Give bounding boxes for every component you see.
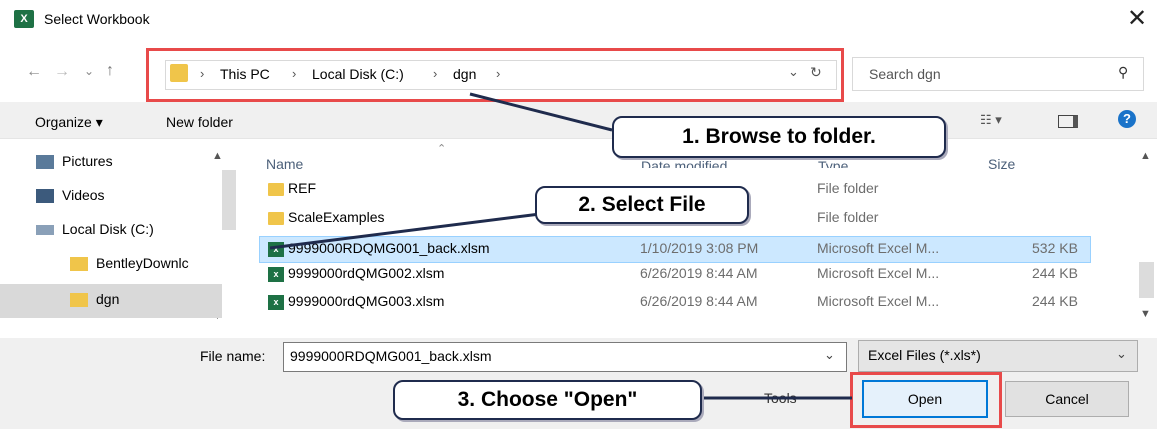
list-scrollbar-thumb[interactable]	[1139, 262, 1154, 298]
sidebar-item-dgn[interactable]: dgn	[0, 284, 222, 318]
window-title: Select Workbook	[44, 11, 150, 27]
drive-icon	[36, 225, 54, 235]
help-icon[interactable]: ?	[1118, 110, 1136, 128]
sidebar-item-local-disk[interactable]: Local Disk (C:)	[0, 214, 225, 248]
file-name-value: 9999000RDQMG001_back.xlsm	[290, 348, 492, 364]
sidebar-item-label: Pictures	[62, 153, 113, 169]
folder-icon	[268, 183, 284, 196]
file-name: 9999000rdQMG003.xlsm	[288, 293, 445, 309]
file-type: File folder	[817, 209, 879, 225]
excel-app-icon: X	[14, 10, 34, 28]
file-name: ScaleExamples	[288, 209, 385, 225]
list-scroll-up-icon[interactable]: ▲	[1140, 150, 1151, 162]
tools-menu[interactable]: Tools	[764, 390, 797, 406]
file-date: 6/26/2019 8:44 AM	[640, 293, 758, 309]
sidebar-item-label: Local Disk (C:)	[62, 221, 154, 237]
organize-button[interactable]: Organize ▾	[35, 114, 103, 131]
file-name-label: File name:	[200, 348, 266, 364]
chevron-down-icon[interactable]: ⌄	[1116, 346, 1127, 362]
file-name: 9999000rdQMG002.xlsm	[288, 265, 445, 281]
sidebar-item-bentleydownloads[interactable]: BentleyDownlc	[0, 248, 225, 282]
view-options-icon[interactable]: ☷ ▾	[980, 112, 1002, 128]
file-size: 244 KB	[1032, 293, 1078, 309]
sidebar-item-label: Videos	[62, 187, 105, 203]
folder-icon	[70, 293, 88, 307]
cancel-button[interactable]: Cancel	[1005, 381, 1129, 417]
preview-pane-icon[interactable]	[1058, 115, 1078, 128]
back-arrow-icon[interactable]: ←	[26, 63, 42, 81]
sidebar-item-videos[interactable]: Videos	[0, 180, 225, 214]
sort-ascending-icon: ⌃	[437, 143, 447, 155]
file-name: REF	[288, 180, 316, 196]
file-size: 532 KB	[1032, 240, 1078, 256]
excel-file-icon: x	[268, 242, 284, 257]
list-scroll-down-icon[interactable]: ▼	[1140, 308, 1151, 320]
folder-icon	[268, 212, 284, 225]
sidebar-item-pictures[interactable]: Pictures	[0, 146, 225, 180]
forward-arrow-icon[interactable]: →	[54, 63, 70, 81]
up-arrow-icon[interactable]: ↑	[106, 62, 114, 80]
file-date: 6/26/2019 8:44 AM	[640, 265, 758, 281]
callout-choose-open: 3. Choose "Open"	[393, 380, 702, 420]
close-icon[interactable]: ✕	[1122, 4, 1152, 34]
callout-select-file: 2. Select File	[535, 186, 749, 224]
excel-file-icon: x	[268, 267, 284, 282]
file-name: 9999000RDQMG001_back.xlsm	[288, 240, 490, 256]
pictures-icon	[36, 155, 54, 169]
file-type: Microsoft Excel M...	[817, 240, 940, 256]
file-row[interactable]: x 9999000rdQMG003.xlsm 6/26/2019 8:44 AM…	[260, 290, 1090, 314]
column-header-type[interactable]: Type	[818, 158, 848, 168]
excel-file-icon: x	[268, 295, 284, 310]
file-row-selected[interactable]: x 9999000RDQMG001_back.xlsm 1/10/2019 3:…	[259, 236, 1091, 263]
file-type-filter-value: Excel Files (*.xls*)	[868, 347, 981, 363]
file-type: Microsoft Excel M...	[817, 293, 940, 309]
videos-icon	[36, 189, 54, 203]
title-bar	[0, 0, 1157, 40]
open-highlight-box	[850, 372, 1002, 428]
file-size: 244 KB	[1032, 265, 1078, 281]
file-row[interactable]: x 9999000rdQMG002.xlsm 6/26/2019 8:44 AM…	[260, 262, 1090, 286]
sidebar-item-label: BentleyDownlc	[96, 255, 189, 271]
recent-locations-icon[interactable]: ⌄	[84, 64, 94, 78]
column-header-date[interactable]: Date modified	[641, 158, 727, 168]
search-placeholder: Search dgn	[869, 66, 941, 82]
address-highlight-box	[146, 48, 844, 102]
folder-icon	[70, 257, 88, 271]
file-type: File folder	[817, 180, 879, 196]
callout-browse-folder: 1. Browse to folder.	[612, 116, 946, 158]
new-folder-button[interactable]: New folder	[166, 114, 233, 130]
search-icon[interactable]: ⚲	[1118, 64, 1128, 81]
chevron-down-icon[interactable]: ⌄	[824, 347, 835, 363]
file-date: 1/10/2019 3:08 PM	[640, 240, 759, 256]
column-header-size[interactable]: Size	[988, 156, 1015, 172]
column-header-name[interactable]: Name	[266, 156, 303, 172]
file-type: Microsoft Excel M...	[817, 265, 940, 281]
sidebar-item-label: dgn	[96, 291, 120, 307]
